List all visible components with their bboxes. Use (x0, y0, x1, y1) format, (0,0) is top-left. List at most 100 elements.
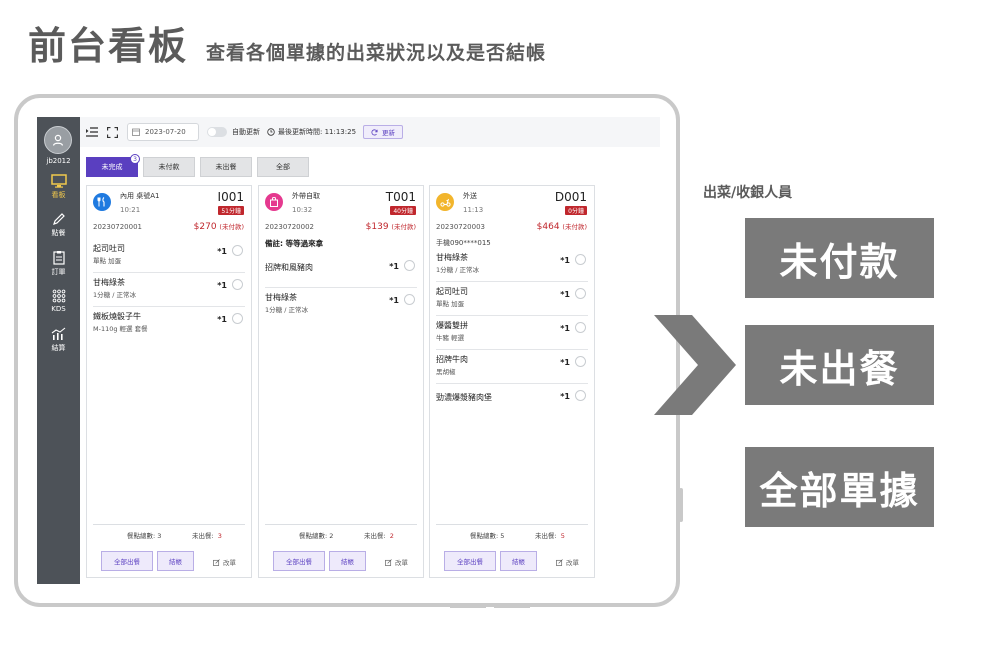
tab-unpaid[interactable]: 未付款 (143, 157, 195, 177)
order-code: T001 (385, 190, 416, 204)
sidebar-item-label: 點餐 (51, 229, 66, 237)
pending-value: 3 (217, 532, 222, 540)
item-total: 餐點總數: 3 (127, 532, 162, 540)
serve-checkbox[interactable] (575, 390, 586, 401)
checkout-button[interactable]: 結帳 (500, 551, 537, 571)
tab-all[interactable]: 全部 (257, 157, 309, 177)
order-note: 備註: 等等過來拿 (265, 239, 324, 248)
customer-phone: 手機090****015 (436, 239, 491, 247)
order-type: 外送 (463, 192, 477, 200)
order-time: 10:21 (120, 206, 141, 214)
pending-label: 未出餐: (364, 532, 386, 540)
item-name: 招牌牛肉 (436, 355, 468, 364)
edit-order-button[interactable]: 改單 (213, 557, 236, 567)
order-time: 11:13 (463, 206, 484, 214)
clipboard-icon (52, 251, 65, 265)
tablet-side-button (679, 488, 683, 522)
list-item: 勁濃爆漿豬肉堡 *1 (436, 386, 588, 418)
serve-all-button[interactable]: 全部出餐 (273, 551, 325, 571)
item-name: 起司吐司 (93, 244, 125, 253)
order-code: D001 (554, 190, 587, 204)
edit-order-button[interactable]: 改單 (385, 557, 408, 567)
item-options: 牛豬 輕選 (436, 334, 465, 342)
order-number: 20230720001 (93, 223, 142, 231)
count-badge: 3 (130, 154, 140, 164)
edit-icon (213, 558, 220, 566)
page: 前台看板 查看各個單據的出菜狀況以及是否結帳 jb2012 看板 點餐 訂單 K… (0, 0, 988, 663)
all-orders-filter-button[interactable]: 全部單據 (745, 447, 934, 527)
item-name: 招牌和風豬肉 (265, 263, 313, 272)
list-item: 起司吐司 單點 加蛋 *1 (93, 241, 245, 273)
serve-all-button[interactable]: 全部出餐 (101, 551, 153, 571)
item-quantity: *1 (217, 281, 227, 290)
edit-label: 改單 (395, 559, 408, 567)
serve-checkbox[interactable] (404, 294, 415, 305)
serve-checkbox[interactable] (575, 254, 586, 265)
tab-unserved[interactable]: 未出餐 (200, 157, 252, 177)
auto-update-toggle[interactable] (207, 127, 227, 137)
sidebar-item-label: 看板 (51, 191, 66, 199)
serve-checkbox[interactable] (575, 288, 586, 299)
item-name: 勁濃爆漿豬肉堡 (436, 393, 492, 402)
pending-label: 未出餐: (535, 532, 557, 540)
order-price: $270 (未付款) (194, 221, 244, 232)
divider (436, 524, 588, 525)
list-item: 甘梅綠茶 1分糖 / 正常冰 *1 (436, 250, 588, 282)
edit-icon (556, 558, 563, 566)
checkout-button[interactable]: 結帳 (157, 551, 194, 571)
sidebar-item-board[interactable]: 看板 (37, 174, 80, 212)
tab-label: 未付款 (158, 163, 180, 171)
list-item: 招牌和風豬肉 *1 (265, 256, 417, 288)
serve-checkbox[interactable] (404, 260, 415, 271)
sidebar-item-order[interactable]: 點餐 (37, 212, 80, 250)
price-value: $139 (365, 222, 389, 232)
sidebar-item-kds[interactable]: KDS (37, 289, 80, 327)
tab-incomplete[interactable]: 未完成 3 (86, 154, 140, 177)
unpaid-filter-button[interactable]: 未付款 (745, 218, 934, 298)
pending-label: 未出餐: (192, 532, 214, 540)
serve-checkbox[interactable] (232, 313, 243, 324)
page-title: 前台看板 (28, 24, 189, 68)
item-options: 單點 加蛋 (436, 300, 465, 308)
unserved-filter-button[interactable]: 未出餐 (745, 325, 934, 405)
checkout-button[interactable]: 結帳 (329, 551, 366, 571)
serve-checkbox[interactable] (232, 245, 243, 256)
filter-tabs: 未完成 3 未付款 未出餐 全部 (86, 154, 314, 177)
sidebar-item-label: KDS (51, 305, 66, 313)
chevron-right-icon (654, 315, 736, 415)
tab-label: 未完成 (101, 163, 123, 171)
serve-checkbox[interactable] (575, 322, 586, 333)
item-name: 甘梅綠茶 (93, 278, 125, 287)
list-item: 甘梅綠茶 1分糖 / 正常冰 *1 (93, 275, 245, 307)
serve-checkbox[interactable] (232, 279, 243, 290)
menu-collapse-icon[interactable] (86, 127, 98, 137)
price-value: $270 (193, 222, 217, 232)
avatar[interactable] (44, 126, 72, 154)
clock-icon (267, 128, 275, 136)
order-card: 外帶自取 10:32 T001 40分鐘 20230720002 $139 (未… (258, 185, 424, 578)
edit-order-button[interactable]: 改單 (556, 557, 579, 567)
date-picker[interactable]: 2023-07-20 (127, 123, 199, 141)
dine-in-icon (93, 193, 111, 211)
order-card: 內用 桌號A1 10:21 I001 51分鐘 20230720001 $270… (86, 185, 252, 578)
list-item: 起司吐司 單點 加蛋 *1 (436, 284, 588, 316)
serve-all-button[interactable]: 全部出餐 (444, 551, 496, 571)
item-quantity: *1 (217, 315, 227, 324)
pay-status: (未付款) (562, 223, 587, 231)
item-options: 單點 加蛋 (93, 257, 122, 265)
sidebar-item-orders[interactable]: 訂單 (37, 250, 80, 288)
date-value: 2023-07-20 (145, 128, 186, 136)
monitor-icon (50, 174, 67, 188)
sidebar-item-settle[interactable]: 結算 (37, 327, 80, 365)
refresh-label: 更新 (382, 129, 396, 137)
fullscreen-icon[interactable] (107, 126, 118, 138)
item-options: 1分糖 / 正常冰 (265, 306, 308, 314)
order-type: 內用 桌號A1 (120, 192, 160, 200)
sidebar-item-label: 訂單 (51, 268, 66, 276)
item-quantity: *1 (389, 296, 399, 305)
refresh-button[interactable]: 更新 (363, 125, 404, 139)
main-content: 2023-07-20 自動更新 最後更新時間: 11:13:25 更新 未完成 … (80, 117, 660, 584)
serve-checkbox[interactable] (575, 356, 586, 367)
edit-icon (385, 558, 392, 566)
chart-icon (51, 327, 66, 340)
